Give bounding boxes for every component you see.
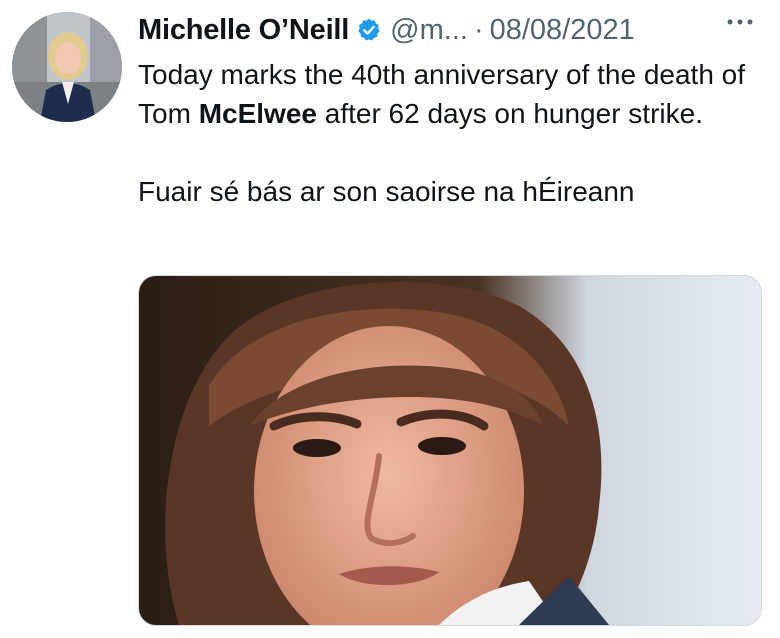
tweet-text-suffix: after 62 days on hunger strike. (316, 98, 703, 129)
tweet-text-bold-name: McElwee (198, 98, 317, 129)
tweet-card[interactable]: Michelle O’Neill @m... · 08/08/2021 Toda… (0, 0, 780, 638)
profile-photo-icon (12, 12, 122, 122)
tweet-header: Michelle O’Neill @m... · 08/08/2021 (138, 8, 774, 52)
author-display-name[interactable]: Michelle O’Neill (138, 14, 349, 47)
ellipsis-icon[interactable] (722, 4, 758, 40)
tweet-body: Today marks the 40th anniversary of the … (138, 55, 758, 211)
portrait-photo-icon (139, 276, 761, 625)
author-handle[interactable]: @m... (390, 14, 468, 47)
tweet-date[interactable]: 08/08/2021 (490, 14, 635, 47)
tweet-media-photo[interactable] (138, 275, 762, 626)
author-avatar[interactable] (12, 12, 122, 122)
tweet-text-paragraph-1: Today marks the 40th anniversary of the … (138, 55, 758, 133)
tweet-text-paragraph-2: Fuair sé bás ar son saoirse na hÉireann (138, 176, 635, 207)
verified-badge-icon (356, 17, 382, 43)
header-separator: · (473, 13, 484, 46)
